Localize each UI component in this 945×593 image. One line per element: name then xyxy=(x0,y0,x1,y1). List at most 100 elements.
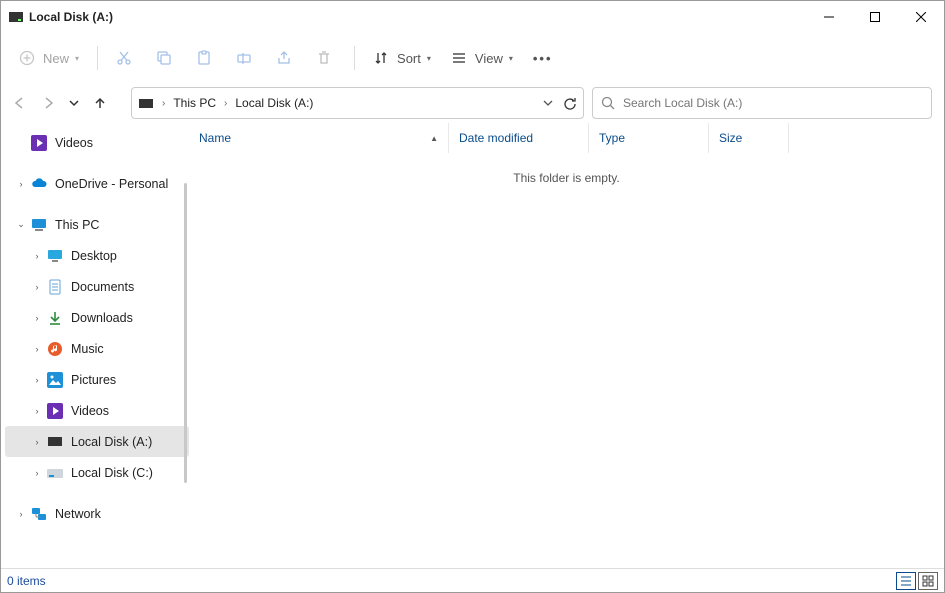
network-icon xyxy=(31,506,47,522)
expand-icon[interactable]: › xyxy=(31,313,43,323)
breadcrumb-root[interactable]: This PC xyxy=(169,94,220,112)
expand-icon[interactable]: › xyxy=(31,282,43,292)
view-button[interactable]: View▾ xyxy=(443,40,521,76)
back-button[interactable] xyxy=(13,96,27,110)
breadcrumb-current[interactable]: Local Disk (A:) xyxy=(231,94,317,112)
column-name[interactable]: Name▲ xyxy=(189,123,449,153)
paste-icon xyxy=(196,50,212,66)
separator xyxy=(354,46,355,70)
paste-button[interactable] xyxy=(188,40,224,76)
tree-label: Pictures xyxy=(71,373,116,387)
cut-button[interactable] xyxy=(108,40,144,76)
chevron-right-icon: › xyxy=(224,98,227,109)
nav-arrows xyxy=(13,96,123,110)
sort-label: Sort xyxy=(397,51,421,66)
tree-label: Music xyxy=(71,342,104,356)
drive-icon xyxy=(47,465,63,481)
search-input[interactable] xyxy=(623,96,923,110)
chevron-down-icon: ▾ xyxy=(75,54,79,63)
cut-icon xyxy=(116,50,132,66)
tree-label: Videos xyxy=(55,136,93,150)
tree-item-disk-c[interactable]: › Local Disk (C:) xyxy=(5,457,189,488)
onedrive-icon xyxy=(31,176,47,192)
navigation-row: › This PC › Local Disk (A:) xyxy=(1,83,944,123)
chevron-right-icon: › xyxy=(162,98,165,109)
ellipsis-icon: ••• xyxy=(533,51,553,66)
share-button[interactable] xyxy=(268,40,304,76)
collapse-icon[interactable]: ⌄ xyxy=(15,219,27,230)
tree-item-videos[interactable]: Videos xyxy=(5,127,189,158)
close-button[interactable] xyxy=(898,1,944,33)
expand-icon[interactable]: › xyxy=(31,406,43,416)
tree-label: Videos xyxy=(71,404,109,418)
item-count: 0 items xyxy=(7,574,46,588)
expand-icon[interactable]: › xyxy=(31,437,43,447)
rename-button[interactable] xyxy=(228,40,264,76)
navigation-pane[interactable]: Videos › OneDrive - Personal ⌄ This PC ›… xyxy=(1,123,189,568)
column-date[interactable]: Date modified xyxy=(449,123,589,153)
maximize-button[interactable] xyxy=(852,1,898,33)
tree-item-desktop[interactable]: › Desktop xyxy=(5,240,189,271)
search-box[interactable] xyxy=(592,87,932,119)
column-size[interactable]: Size xyxy=(709,123,789,153)
body: Videos › OneDrive - Personal ⌄ This PC ›… xyxy=(1,123,944,568)
separator xyxy=(97,46,98,70)
column-label: Date modified xyxy=(459,131,533,145)
expand-icon[interactable]: › xyxy=(31,468,43,478)
delete-icon xyxy=(316,50,332,66)
up-button[interactable] xyxy=(93,96,107,110)
desktop-icon xyxy=(47,248,63,264)
address-dropdown[interactable] xyxy=(543,98,553,108)
view-icon xyxy=(451,50,467,66)
tree-item-documents[interactable]: › Documents xyxy=(5,271,189,302)
sort-button[interactable]: Sort ▾ xyxy=(365,40,439,76)
tree-item-music[interactable]: › Music xyxy=(5,333,189,364)
copy-button[interactable] xyxy=(148,40,184,76)
recent-button[interactable] xyxy=(69,98,79,108)
sort-icon xyxy=(373,50,389,66)
chevron-down-icon: ▾ xyxy=(427,54,431,63)
refresh-button[interactable] xyxy=(563,96,577,110)
expand-icon[interactable]: › xyxy=(31,344,43,354)
more-button[interactable]: ••• xyxy=(525,40,561,76)
column-headers: Name▲ Date modified Type Size xyxy=(189,123,944,153)
column-label: Type xyxy=(599,131,625,145)
scrollbar[interactable] xyxy=(184,183,187,483)
forward-button[interactable] xyxy=(41,96,55,110)
videos-icon xyxy=(47,403,63,419)
column-label: Size xyxy=(719,131,742,145)
thumbnails-view-button[interactable] xyxy=(918,572,938,590)
tree-item-onedrive[interactable]: › OneDrive - Personal xyxy=(5,168,189,199)
empty-folder-message: This folder is empty. xyxy=(189,153,944,203)
videos-icon xyxy=(31,135,47,151)
documents-icon xyxy=(47,279,63,295)
new-button[interactable]: New▾ xyxy=(11,40,87,76)
pc-icon xyxy=(31,217,47,233)
address-bar[interactable]: › This PC › Local Disk (A:) xyxy=(131,87,584,119)
title-bar: Local Disk (A:) xyxy=(1,1,944,33)
drive-icon xyxy=(47,434,63,450)
pictures-icon xyxy=(47,372,63,388)
tree-item-thispc[interactable]: ⌄ This PC xyxy=(5,209,189,240)
expand-icon[interactable]: › xyxy=(15,509,27,519)
tree-item-videos2[interactable]: › Videos xyxy=(5,395,189,426)
minimize-button[interactable] xyxy=(806,1,852,33)
expand-icon[interactable]: › xyxy=(31,251,43,261)
expand-icon[interactable]: › xyxy=(15,179,27,189)
tree-item-pictures[interactable]: › Pictures xyxy=(5,364,189,395)
tree-item-disk-a[interactable]: › Local Disk (A:) xyxy=(5,426,189,457)
tree-item-downloads[interactable]: › Downloads xyxy=(5,302,189,333)
tree-item-network[interactable]: › Network xyxy=(5,498,189,529)
copy-icon xyxy=(156,50,172,66)
status-bar: 0 items xyxy=(1,568,944,592)
command-bar: New▾ Sort ▾ View▾ ••• xyxy=(1,33,944,83)
music-icon xyxy=(47,341,63,357)
content-pane[interactable]: Name▲ Date modified Type Size This folde… xyxy=(189,123,944,568)
tree-label: This PC xyxy=(55,218,99,232)
expand-icon[interactable]: › xyxy=(31,375,43,385)
column-type[interactable]: Type xyxy=(589,123,709,153)
details-view-button[interactable] xyxy=(896,572,916,590)
tree-label: Documents xyxy=(71,280,134,294)
sort-asc-icon: ▲ xyxy=(430,134,438,143)
delete-button[interactable] xyxy=(308,40,344,76)
